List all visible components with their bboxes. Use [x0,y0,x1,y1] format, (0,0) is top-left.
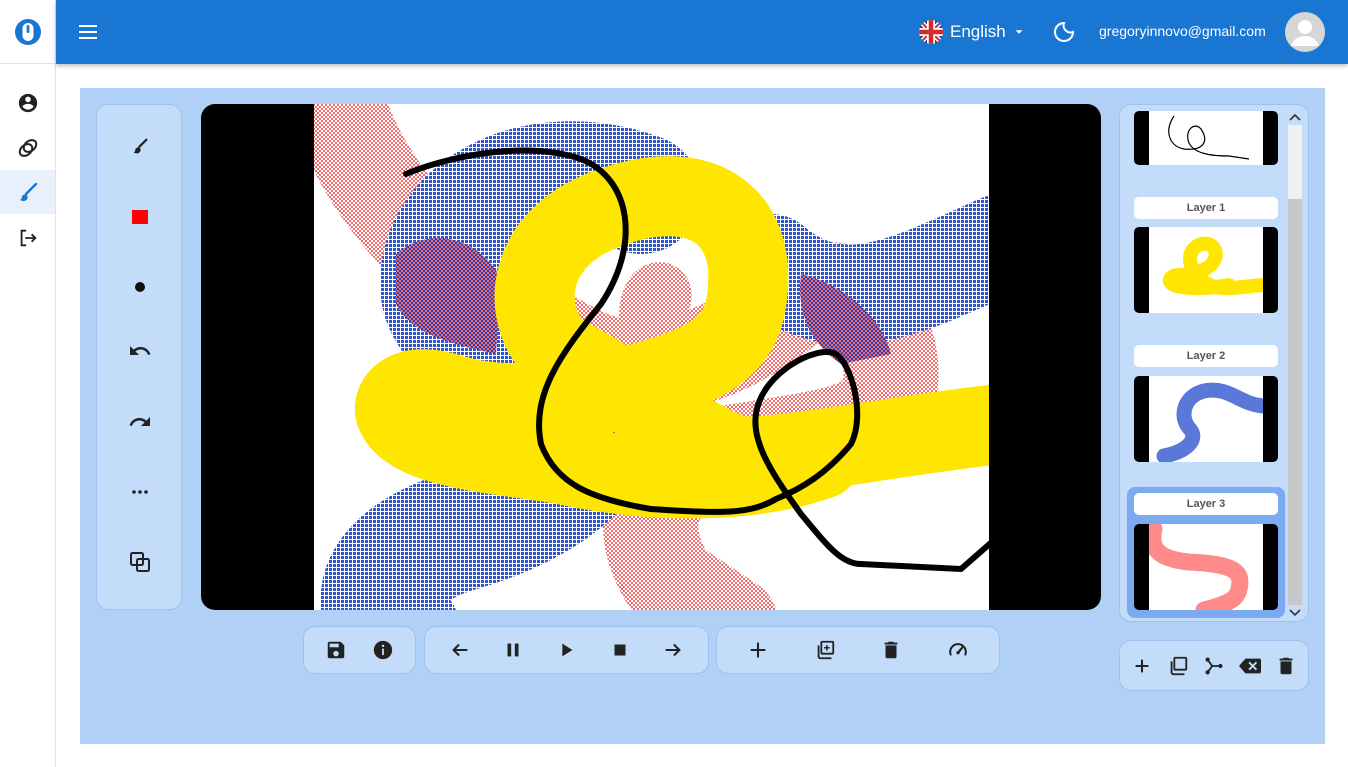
delete-layer-button[interactable] [1270,650,1302,682]
add-layer-icon [1135,659,1149,672]
avatar[interactable] [1285,12,1325,52]
duplicate-icon [817,640,834,660]
caret-down-icon [1015,30,1023,34]
nav-item-palette[interactable] [0,126,55,170]
layer-thumbnail-top[interactable] [1134,111,1278,165]
dark-mode-moon-icon[interactable] [1052,20,1076,44]
nav-rail [0,0,56,767]
delete-icon [884,641,898,659]
layer-label-3[interactable]: Layer 3 [1134,493,1278,515]
file-toolbar [303,626,416,674]
undo-button[interactable] [97,331,183,371]
brush-icon [133,138,148,154]
color-picker-button[interactable] [97,197,183,237]
duplicate-layer-button[interactable] [1162,650,1194,682]
merge-layer-icon [1205,656,1223,675]
layers-panel: Layer 1 Layer 2 Layer 3 [1119,104,1309,622]
menu-icon[interactable] [76,20,100,44]
step-back-button[interactable] [444,634,476,666]
black-line-preview [1168,115,1250,160]
rail-divider [0,63,55,64]
language-select[interactable]: English [918,18,1026,46]
duplicate-layer-icon [1170,656,1188,675]
nav-item-profile[interactable] [0,81,55,125]
brush-size-button[interactable] [97,267,183,307]
brush-tool-button[interactable] [97,127,183,167]
layers-toggle-button[interactable] [97,542,183,582]
pause-icon [507,643,519,657]
layer-thumbnail-2[interactable] [1134,376,1278,462]
duplicate-frame-button[interactable] [809,634,841,666]
user-email: gregoryinnovo@gmail.com [1099,23,1266,39]
add-layer-button[interactable] [1126,650,1158,682]
layer-actions-toolbar [1119,640,1309,691]
layers-scrollbar[interactable] [1286,111,1302,619]
yellow-stroke-preview [1162,236,1270,295]
person-icon [1291,20,1319,46]
layers-icon [130,552,150,572]
scroll-thumb[interactable] [1288,125,1302,199]
clear-layer-icon [1239,658,1261,673]
speed-button[interactable] [942,634,974,666]
brush-size-dot [135,282,145,292]
blue-stroke-preview [1156,382,1271,462]
layer-thumbnail-1[interactable] [1134,227,1278,313]
merge-layer-button[interactable] [1198,650,1230,682]
nav-item-logout[interactable] [0,216,55,260]
add-frame-button[interactable] [742,634,774,666]
layer-label-2[interactable]: Layer 2 [1134,345,1278,367]
color-swatch [132,210,148,224]
palette-icon [18,139,37,157]
save-icon [327,641,344,659]
stop-button[interactable] [604,634,636,666]
stop-icon [614,644,626,656]
play-button[interactable] [550,634,582,666]
more-options-button[interactable] [97,472,183,512]
drawing-canvas[interactable] [201,104,1101,610]
speed-icon [948,643,967,656]
info-button[interactable] [367,634,399,666]
frame-toolbar [716,626,1000,674]
canvas-artwork [314,104,989,610]
undo-icon [130,346,151,355]
info-icon [374,640,393,660]
mouse-logo-icon[interactable] [14,18,42,46]
step-forward-icon [665,643,682,657]
scroll-up-icon[interactable] [1287,111,1303,123]
delete-layer-icon [1279,657,1293,674]
playback-toolbar [424,626,709,674]
logout-icon [20,229,37,247]
more-icon [132,490,148,494]
language-label: English [950,22,1006,41]
add-icon [750,642,766,658]
redo-icon [129,417,150,426]
step-back-icon [451,643,468,657]
step-forward-button[interactable] [657,634,689,666]
nav-item-draw[interactable] [0,170,55,214]
uk-flag-icon [919,20,943,44]
layer-thumbnail-3[interactable] [1134,524,1278,610]
tools-panel [96,104,182,610]
delete-frame-button[interactable] [875,634,907,666]
profile-icon [18,93,37,113]
pause-button[interactable] [497,634,529,666]
redo-button[interactable] [97,402,183,442]
layer-label-1[interactable]: Layer 1 [1134,197,1278,219]
play-icon [562,643,573,657]
save-button[interactable] [320,634,352,666]
red-stroke-preview [1144,524,1249,610]
brush-icon [19,182,37,201]
scroll-down-icon[interactable] [1287,607,1303,619]
clear-layer-button[interactable] [1234,650,1266,682]
top-app-bar: English gregoryinnovo@gmail.com [56,0,1348,64]
